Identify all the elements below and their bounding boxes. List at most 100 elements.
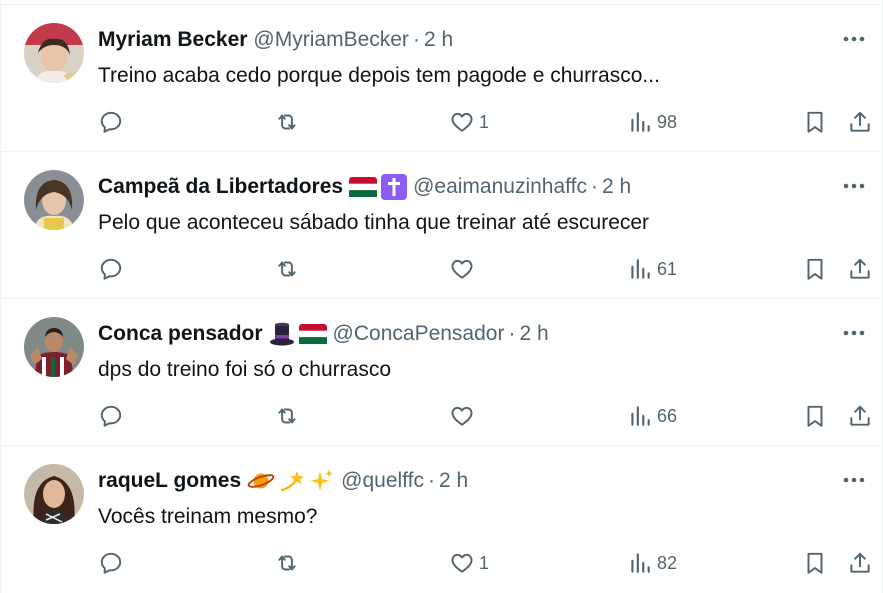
tweet-header: Conca pensador @ConcaPensador · 2 h	[98, 320, 822, 348]
avatar[interactable]	[24, 170, 84, 230]
tweet-text: dps do treino foi só o churrasco	[98, 358, 391, 381]
tweet[interactable]: Conca pensador @ConcaPensador · 2 h dps …	[1, 299, 882, 446]
avatar[interactable]	[24, 23, 84, 83]
view-count: 82	[657, 552, 678, 573]
like-button[interactable]: 1	[449, 547, 489, 579]
tweet-header: raqueL gomes @quelffc · 2 h	[98, 467, 822, 495]
timestamp[interactable]: 2 h	[602, 173, 631, 201]
tweet[interactable]: Myriam Becker @MyriamBecker · 2 h Treino…	[1, 5, 882, 152]
tricolor-flag-icon	[349, 177, 378, 197]
reply-button[interactable]	[98, 547, 124, 579]
like-count: 1	[479, 552, 490, 573]
timestamp[interactable]: 2 h	[519, 320, 548, 348]
name-emojis	[349, 174, 408, 200]
views-icon	[631, 112, 650, 132]
display-name[interactable]: Campeã da Libertadores	[98, 173, 343, 201]
more-options-button[interactable]	[840, 175, 868, 197]
reply-icon	[100, 552, 122, 574]
more-icon	[843, 330, 865, 336]
views-button[interactable]: 98	[627, 106, 677, 138]
avatar[interactable]	[24, 464, 84, 524]
display-name[interactable]: Myriam Becker	[98, 26, 247, 54]
separator: ·	[590, 175, 598, 198]
reply-button[interactable]	[98, 106, 124, 138]
share-icon	[850, 258, 870, 279]
reply-icon	[100, 258, 122, 280]
tweet-header: Myriam Becker @MyriamBecker · 2 h	[98, 26, 822, 54]
like-button[interactable]	[449, 253, 479, 285]
share-button[interactable]	[847, 253, 873, 285]
repost-button[interactable]	[274, 253, 300, 285]
user-handle[interactable]: @ConcaPensador	[333, 320, 505, 348]
repost-button[interactable]	[274, 400, 300, 432]
bookmark-button[interactable]	[802, 547, 828, 579]
share-icon	[850, 111, 870, 132]
views-icon	[631, 406, 650, 426]
tweet-text: Vocês treinam mesmo?	[98, 505, 318, 528]
action-bar: 1 98	[1, 106, 882, 138]
like-button[interactable]	[449, 400, 479, 432]
views-button[interactable]: 66	[627, 400, 677, 432]
tweet[interactable]: raqueL gomes @quelffc · 2 h Vocês treina…	[1, 446, 882, 593]
repost-button[interactable]	[274, 106, 300, 138]
share-button[interactable]	[847, 547, 873, 579]
more-options-button[interactable]	[840, 469, 868, 491]
share-button[interactable]	[847, 106, 873, 138]
timestamp[interactable]: 2 h	[424, 26, 453, 54]
action-bar: 1 82	[1, 547, 882, 579]
repost-icon	[278, 114, 296, 130]
timestamp[interactable]: 2 h	[439, 467, 468, 495]
views-button[interactable]: 61	[627, 253, 677, 285]
repost-button[interactable]	[274, 547, 300, 579]
user-handle[interactable]: @eaimanuzinhaffc	[413, 173, 587, 201]
reply-icon	[100, 111, 122, 133]
views-icon	[631, 553, 650, 573]
views-button[interactable]: 82	[627, 547, 677, 579]
reply-button[interactable]	[98, 253, 124, 285]
repost-icon	[278, 261, 296, 277]
bookmark-icon	[807, 258, 823, 280]
view-count: 61	[657, 258, 678, 279]
sparkles-icon	[310, 469, 334, 491]
more-icon	[843, 183, 865, 189]
user-handle[interactable]: @quelffc	[341, 467, 424, 495]
heart-icon	[451, 259, 473, 279]
bookmark-button[interactable]	[802, 253, 828, 285]
reply-button[interactable]	[98, 400, 124, 432]
repost-icon	[278, 408, 296, 424]
separator: ·	[427, 469, 435, 492]
bookmark-icon	[807, 405, 823, 427]
more-options-button[interactable]	[840, 28, 868, 50]
heart-icon	[451, 406, 473, 426]
bookmark-icon	[807, 111, 823, 133]
tricolor-flag-icon	[298, 324, 327, 344]
reply-feed: Myriam Becker @MyriamBecker · 2 h Treino…	[0, 0, 883, 593]
display-name[interactable]: Conca pensador	[98, 320, 263, 348]
like-button[interactable]: 1	[449, 106, 489, 138]
share-button[interactable]	[847, 400, 873, 432]
more-icon	[843, 477, 865, 483]
like-count: 1	[479, 111, 490, 132]
more-options-button[interactable]	[840, 322, 868, 344]
user-handle[interactable]: @MyriamBecker	[253, 26, 409, 54]
more-icon	[843, 36, 865, 42]
separator: ·	[412, 28, 420, 51]
latin-cross-icon	[381, 174, 408, 200]
tweet-header: Campeã da Libertadores @eaimanuzinhaffc …	[98, 173, 822, 201]
separator: ·	[508, 322, 516, 345]
tweet[interactable]: Campeã da Libertadores @eaimanuzinhaffc …	[1, 152, 882, 299]
repost-icon	[278, 555, 296, 571]
bookmark-icon	[807, 552, 823, 574]
reply-icon	[100, 405, 122, 427]
name-emojis	[247, 468, 335, 494]
avatar[interactable]	[24, 317, 84, 377]
tweet-text: Treino acaba cedo porque depois tem pago…	[98, 64, 660, 87]
heart-icon	[451, 553, 473, 573]
dizzy-icon	[281, 471, 305, 492]
bookmark-button[interactable]	[802, 106, 828, 138]
display-name[interactable]: raqueL gomes	[98, 467, 241, 495]
share-icon	[850, 552, 870, 573]
bookmark-button[interactable]	[802, 400, 828, 432]
heart-icon	[451, 112, 473, 132]
view-count: 98	[657, 111, 678, 132]
